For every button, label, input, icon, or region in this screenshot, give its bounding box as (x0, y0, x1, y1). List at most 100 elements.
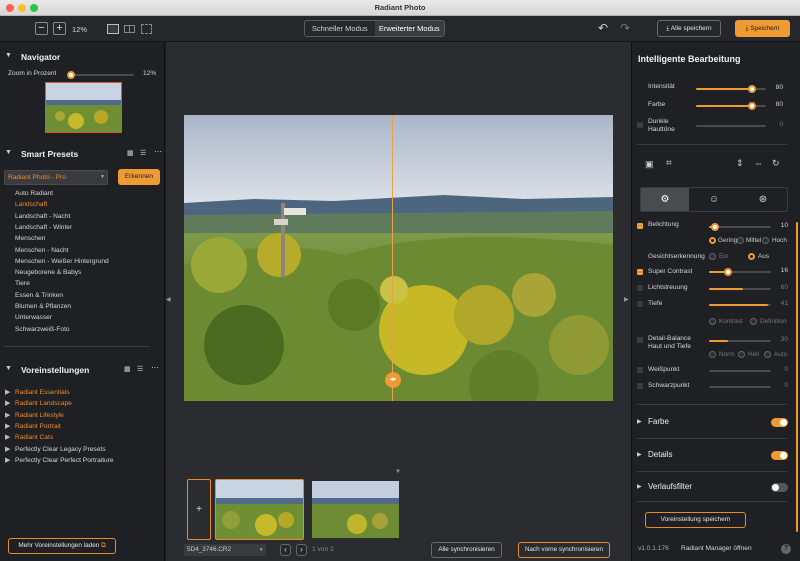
collapse-voreinstellungen-icon[interactable]: ▼ (5, 365, 12, 372)
navigator-thumbnail[interactable] (45, 82, 122, 133)
black-point-slider[interactable] (709, 386, 771, 388)
smart-preset-item[interactable]: Essen & Trinken (15, 292, 63, 299)
expand-arrow-icon[interactable]: ▶ (5, 422, 10, 430)
color-slider-knob[interactable] (748, 102, 756, 110)
face-off-radio[interactable] (748, 253, 755, 260)
detail-bright-radio[interactable] (738, 351, 745, 358)
dark-skin-checkbox[interactable] (637, 122, 643, 128)
save-preset-button[interactable]: Voreinstellung speichern (645, 512, 746, 528)
list-view-icon[interactable]: ☰ (140, 149, 146, 157)
split-handle-icon[interactable]: ◂▸ (385, 372, 401, 388)
smart-preset-item[interactable]: Neugeborene & Babys (15, 269, 81, 276)
light-diffusion-checkbox[interactable] (637, 285, 643, 291)
filename-select[interactable]: 5D4_3746.CR2 ▼ (184, 544, 266, 556)
collapse-filmstrip-icon[interactable]: ▼ (395, 469, 401, 475)
grid-view-icon[interactable]: ▦ (124, 365, 131, 373)
more-options-icon[interactable]: ⋯ (151, 363, 159, 372)
crop-icon[interactable]: ⌗ (666, 158, 672, 169)
face-on-radio[interactable] (709, 253, 716, 260)
section-toggle[interactable] (771, 450, 788, 460)
preset-group-item[interactable]: Perfectly Clear Legacy Presets (15, 446, 106, 453)
next-page-button[interactable]: › (296, 544, 307, 556)
advanced-mode-tab[interactable]: Erweiterter Modus (374, 21, 444, 36)
redo-icon[interactable]: ↷ (620, 21, 630, 35)
save-all-button[interactable]: ⤓ Alle speichern (657, 20, 721, 37)
rotate-icon[interactable]: ↻ (772, 158, 780, 169)
preset-group-item[interactable]: Radiant Essentials (15, 389, 70, 396)
expand-arrow-icon[interactable]: ▶ (5, 411, 10, 419)
expand-section-icon[interactable]: ▶ (637, 483, 642, 490)
section-toggle[interactable] (771, 418, 788, 427)
smart-preset-item[interactable]: Landschaft - Nacht (15, 213, 70, 220)
navigator-zoom-knob[interactable] (67, 71, 75, 79)
smart-preset-item[interactable]: Tiere (15, 280, 30, 287)
preset-group-item[interactable]: Radiant Portrait (15, 423, 61, 430)
expand-arrow-icon[interactable]: ▶ (5, 433, 10, 441)
undo-icon[interactable]: ↶ (598, 21, 608, 35)
preset-group-item[interactable]: Radiant Cats (15, 434, 53, 441)
sync-all-button[interactable]: Alle synchronisieren (431, 542, 502, 558)
sync-forward-button[interactable]: Nach vorne synchronisieren (518, 542, 610, 558)
split-view-icon[interactable] (124, 25, 135, 33)
smart-preset-item[interactable]: Auto Radiant (15, 190, 53, 197)
help-icon[interactable]: ? (781, 544, 791, 554)
detect-button[interactable]: Erkennen (118, 169, 160, 185)
color-tab-icon[interactable]: ⊛ (739, 188, 787, 211)
list-view-icon[interactable]: ☰ (137, 365, 143, 373)
expand-arrow-icon[interactable]: ▶ (5, 399, 10, 407)
collapse-left-panel-icon[interactable]: ◀ (166, 296, 171, 303)
expand-section-icon[interactable]: ▶ (637, 451, 642, 458)
detail-auto-radio[interactable] (764, 351, 771, 358)
exposure-low-radio[interactable] (709, 237, 716, 244)
collapse-navigator-icon[interactable]: ▼ (5, 52, 12, 59)
section-toggle[interactable] (771, 483, 788, 492)
smart-preset-item[interactable]: Landschaft (15, 201, 47, 208)
image-icon[interactable]: ▣ (645, 159, 654, 170)
filmstrip-thumb-2[interactable] (312, 481, 399, 538)
quick-mode-tab[interactable]: Schneller Modus (305, 21, 375, 36)
adjustments-tab-icon[interactable]: ⚙ (641, 188, 689, 211)
single-view-icon[interactable] (107, 24, 119, 34)
save-button[interactable]: ⤓ Speichern (735, 20, 790, 37)
preset-group-item[interactable]: Radiant Landscape (15, 400, 72, 407)
depth-definition-radio[interactable] (750, 318, 757, 325)
exposure-high-radio[interactable] (762, 237, 769, 244)
smart-preset-item[interactable]: Landschaft - Winter (15, 224, 72, 231)
compare-view-icon[interactable] (141, 24, 152, 34)
open-manager-link[interactable]: Radiant Manager öffnen (681, 545, 752, 552)
detail-norm-radio[interactable] (709, 351, 716, 358)
white-point-slider[interactable] (709, 370, 771, 372)
dark-skin-slider[interactable] (696, 125, 766, 127)
expand-arrow-icon[interactable]: ▶ (5, 445, 10, 453)
white-point-checkbox[interactable] (637, 367, 643, 373)
collapse-smart-presets-icon[interactable]: ▼ (5, 149, 12, 156)
prev-page-button[interactable]: ‹ (280, 544, 291, 556)
super-contrast-checkbox[interactable] (637, 269, 643, 275)
smart-preset-select[interactable]: Radiant Photo - Pro ▼ (4, 170, 108, 185)
main-image[interactable]: ◂▸ (184, 115, 613, 401)
preset-group-item[interactable]: Perfectly Clear Perfect Portraiture (15, 457, 114, 464)
intensity-slider-knob[interactable] (748, 85, 756, 93)
smart-preset-item[interactable]: Menschen - Nacht (15, 247, 69, 254)
grid-view-icon[interactable]: ▦ (127, 149, 134, 157)
collapse-right-panel-icon[interactable]: ▶ (624, 296, 629, 303)
flip-vertical-icon[interactable]: ⇕ (736, 158, 744, 169)
exposure-checkbox[interactable] (637, 223, 643, 229)
expand-arrow-icon[interactable]: ▶ (5, 456, 10, 464)
smart-preset-item[interactable]: Menschen - Weißer Hintergrund (15, 258, 109, 265)
smart-preset-item[interactable]: Menschen (15, 235, 45, 242)
right-scrollbar[interactable] (796, 222, 798, 532)
expand-arrow-icon[interactable]: ▶ (5, 388, 10, 396)
zoom-in-button[interactable]: + (53, 22, 66, 35)
depth-checkbox[interactable] (637, 301, 643, 307)
load-more-presets-button[interactable]: Mehr Voreinstellungen laden ⧉ (8, 538, 116, 554)
add-image-button[interactable]: + (187, 479, 211, 540)
black-point-checkbox[interactable] (637, 383, 643, 389)
smart-preset-item[interactable]: Blumen & Pflanzen (15, 303, 71, 310)
zoom-out-button[interactable]: − (35, 22, 48, 35)
exposure-mid-radio[interactable] (737, 237, 744, 244)
filmstrip-thumb-1[interactable] (215, 479, 304, 540)
more-options-icon[interactable]: ⋯ (154, 147, 162, 156)
depth-contrast-radio[interactable] (709, 318, 716, 325)
flip-horizontal-icon[interactable]: ⇔ (754, 158, 763, 168)
